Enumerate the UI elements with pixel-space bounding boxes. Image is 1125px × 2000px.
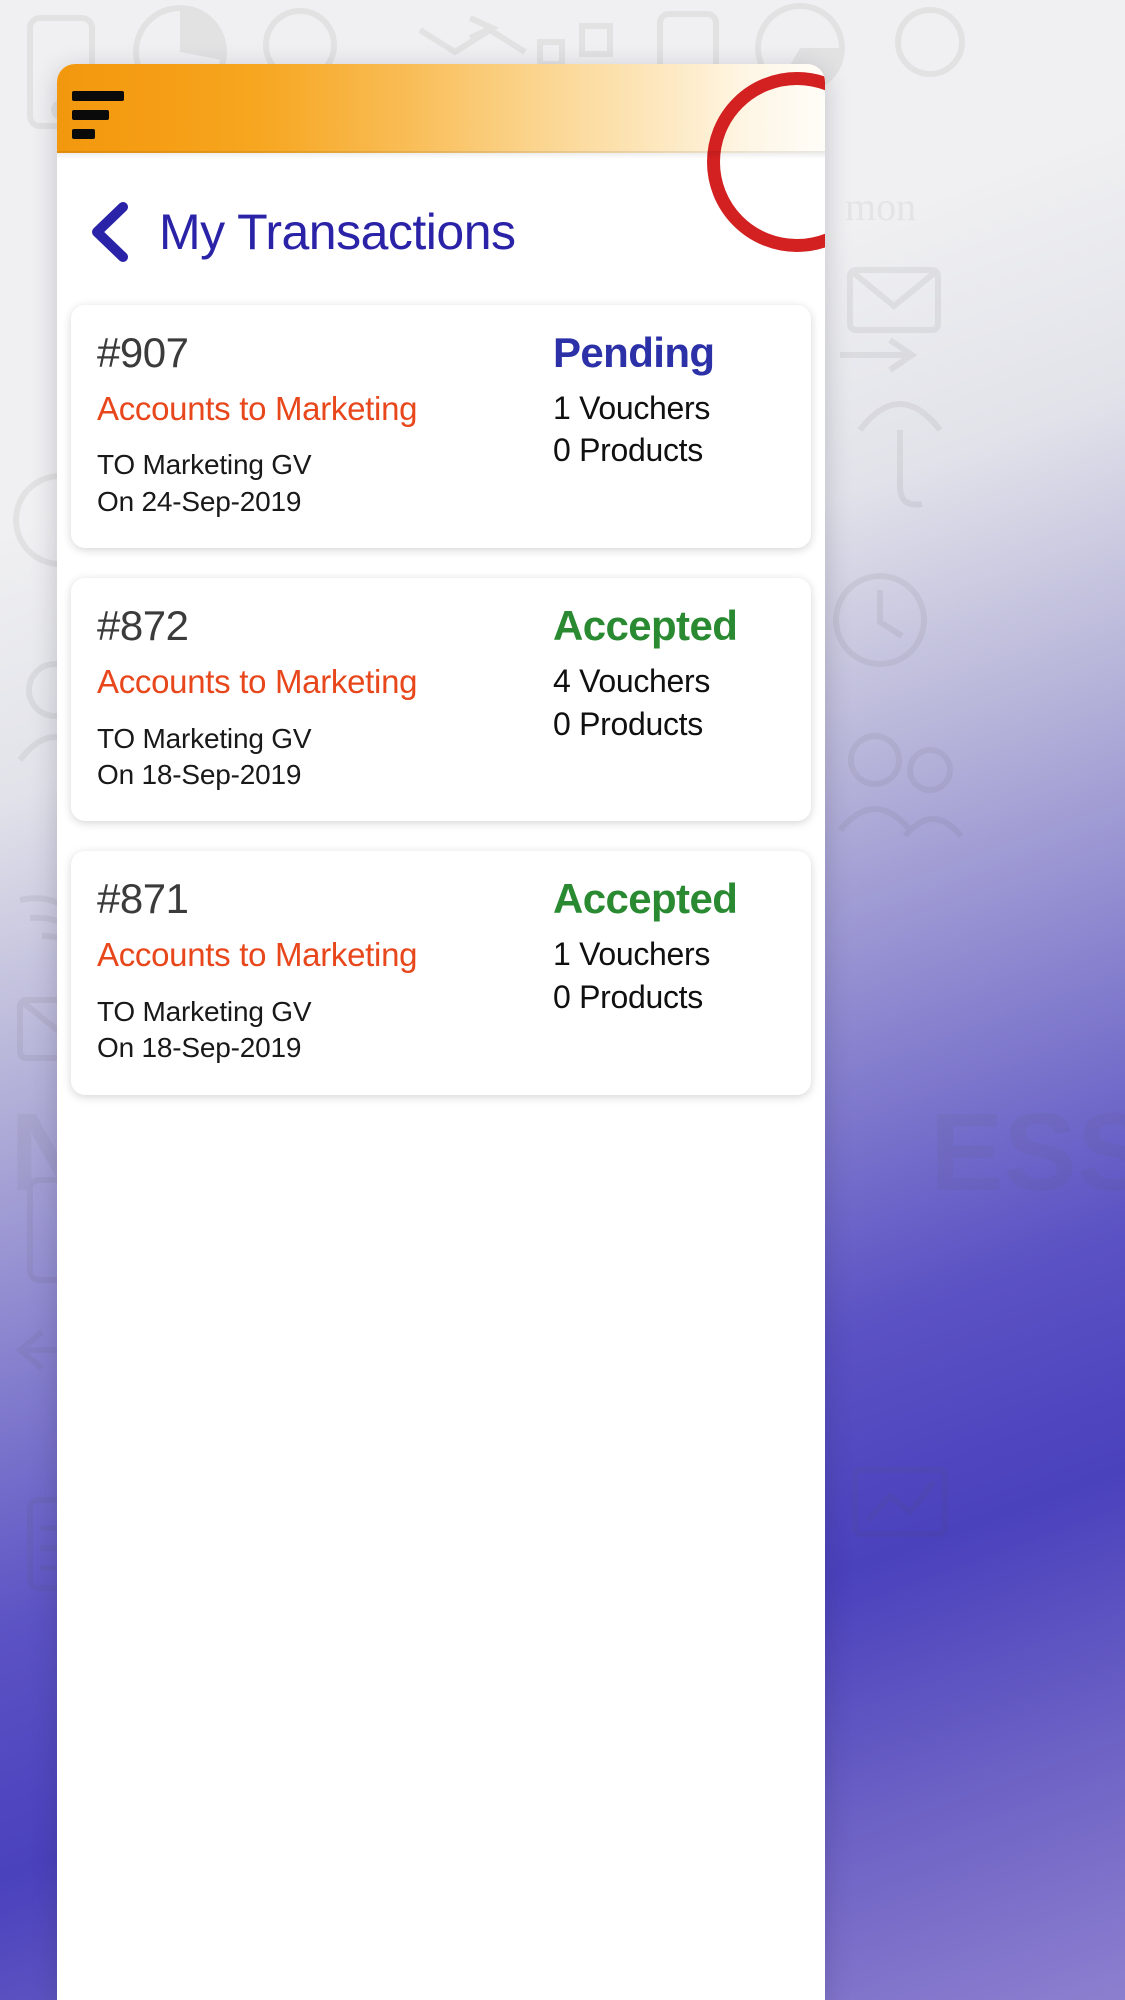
transaction-id: #871 bbox=[97, 875, 189, 923]
transaction-details: #872 Accounts to Marketing TO Marketing … bbox=[97, 604, 549, 793]
transaction-date: On 24-Sep-2019 bbox=[97, 485, 302, 517]
voucher-count: 1 Vouchers bbox=[553, 936, 711, 973]
transaction-date: On 18-Sep-2019 bbox=[97, 1032, 302, 1064]
transaction-summary: Accepted 1 Vouchers 0 Products bbox=[545, 877, 785, 1016]
transaction-destination: TO Marketing GV bbox=[97, 722, 312, 754]
transaction-destination: TO Marketing GV bbox=[97, 995, 312, 1027]
header-shadow bbox=[57, 151, 825, 159]
transaction-date: On 18-Sep-2019 bbox=[97, 758, 302, 790]
voucher-count: 1 Vouchers bbox=[553, 390, 711, 427]
transaction-details: #907 Accounts to Marketing TO Marketing … bbox=[97, 329, 535, 520]
transaction-destination: TO Marketing GV bbox=[97, 449, 312, 481]
voucher-count: 4 Vouchers bbox=[553, 663, 711, 700]
transaction-card[interactable]: #872 Accounts to Marketing TO Marketing … bbox=[71, 578, 811, 822]
hamburger-bar-2 bbox=[72, 110, 109, 120]
transaction-route: Accounts to Marketing bbox=[97, 390, 418, 428]
transaction-list: #907 Accounts to Marketing TO Marketing … bbox=[57, 281, 825, 2000]
product-count: 0 Products bbox=[553, 978, 703, 1015]
app-header-bar bbox=[57, 64, 825, 252]
svg-text:ESS: ESS bbox=[930, 1091, 1125, 1214]
hamburger-bar-1 bbox=[72, 91, 124, 101]
status-badge: Pending bbox=[553, 329, 715, 376]
status-badge: Accepted bbox=[553, 875, 738, 923]
hamburger-bar-3 bbox=[72, 129, 95, 139]
transaction-route: Accounts to Marketing bbox=[97, 936, 418, 974]
page-title: My Transactions bbox=[159, 204, 516, 260]
transaction-summary: Accepted 4 Vouchers 0 Products bbox=[545, 604, 785, 743]
transaction-details: #871 Accounts to Marketing TO Marketing … bbox=[97, 877, 549, 1066]
product-count: 0 Products bbox=[553, 705, 703, 742]
hamburger-menu-icon[interactable] bbox=[72, 91, 124, 139]
app-window: My Transactions #907 Accounts to Marketi… bbox=[57, 64, 825, 2000]
transaction-id: #907 bbox=[97, 329, 189, 376]
transaction-card[interactable]: #871 Accounts to Marketing TO Marketing … bbox=[71, 851, 811, 1095]
transaction-card[interactable]: #907 Accounts to Marketing TO Marketing … bbox=[71, 305, 811, 549]
transaction-route: Accounts to Marketing bbox=[97, 663, 418, 701]
svg-text:mon: mon bbox=[845, 184, 916, 229]
chevron-left-icon bbox=[92, 202, 128, 262]
back-button[interactable] bbox=[79, 200, 143, 264]
transaction-id: #872 bbox=[97, 602, 189, 650]
product-count: 0 Products bbox=[553, 432, 703, 469]
transaction-summary: Pending 1 Vouchers 0 Products bbox=[545, 329, 785, 470]
status-badge: Accepted bbox=[553, 602, 738, 650]
